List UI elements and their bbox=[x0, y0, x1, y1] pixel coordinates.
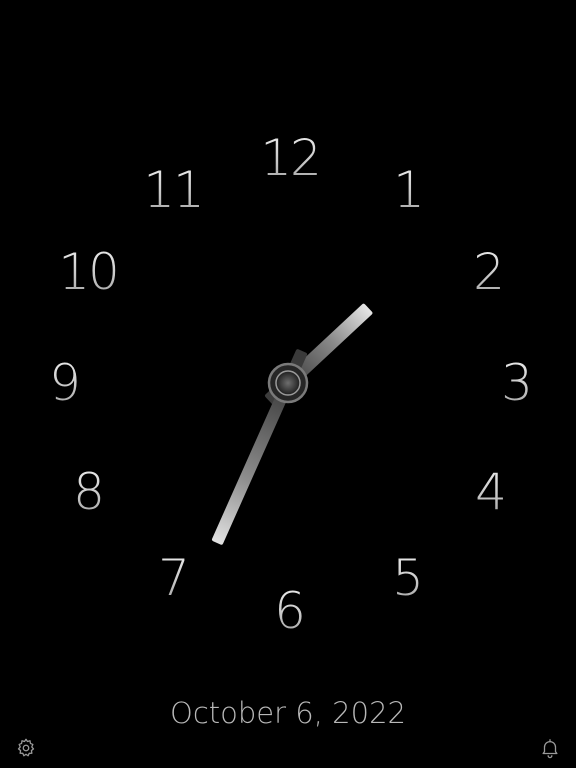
gear-icon bbox=[17, 738, 35, 757]
center-hub bbox=[267, 362, 309, 404]
date-label: October 6, 2022 bbox=[170, 696, 406, 730]
bell-icon bbox=[542, 739, 558, 759]
clock-screen: 12 1 2 3 4 5 6 7 8 9 10 11 October 6, 20… bbox=[0, 0, 576, 768]
clock-hands bbox=[211, 303, 373, 545]
settings-button[interactable] bbox=[12, 734, 40, 762]
alarm-button[interactable] bbox=[536, 734, 564, 762]
